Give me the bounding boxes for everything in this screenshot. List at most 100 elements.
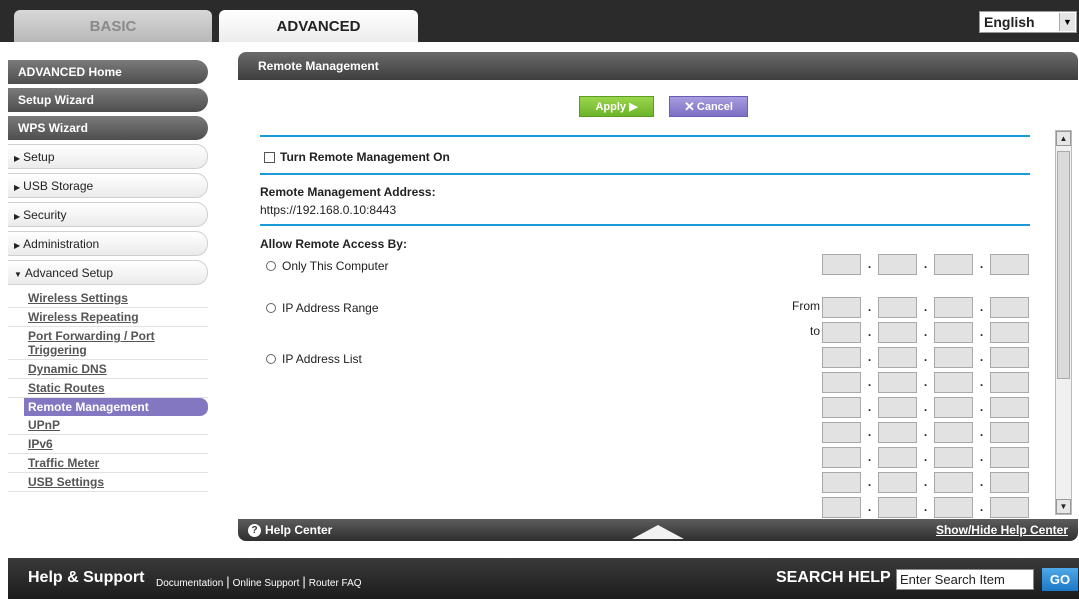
- ip-octet-field[interactable]: [822, 497, 861, 518]
- nav-security[interactable]: ▶ Security: [8, 202, 208, 227]
- help-question-icon: ?: [248, 523, 261, 537]
- ip-octet-field[interactable]: [990, 297, 1029, 318]
- sidebar-item-port-forwarding[interactable]: Port Forwarding / Port Triggering: [8, 327, 208, 360]
- apply-button[interactable]: Apply ▶: [579, 96, 654, 117]
- ip-dot: .: [923, 350, 928, 364]
- ip-octet-field[interactable]: [990, 322, 1029, 343]
- ip-octet-field[interactable]: [934, 372, 973, 393]
- ip-octet-field[interactable]: [990, 372, 1029, 393]
- nav-wps-wizard[interactable]: WPS Wizard: [8, 116, 208, 140]
- router-faq-link[interactable]: Router FAQ: [309, 578, 362, 589]
- scroll-up-arrow-icon[interactable]: ▲: [1056, 131, 1071, 146]
- sidebar-item-static-routes[interactable]: Static Routes: [8, 379, 208, 398]
- triangle-right-icon: ▶: [14, 212, 21, 221]
- ip-octet-field[interactable]: [934, 297, 973, 318]
- remote-management-checkbox[interactable]: [264, 151, 275, 163]
- ip-octet-field[interactable]: [934, 347, 973, 368]
- ip-dot: .: [979, 375, 984, 389]
- ip-octet-field[interactable]: [990, 254, 1029, 275]
- sidebar-item-upnp[interactable]: UPnP: [8, 416, 208, 435]
- ip-dot: .: [923, 257, 928, 271]
- ip-octet-field[interactable]: [878, 447, 917, 468]
- ip-dot: .: [923, 450, 928, 464]
- ip-octet-field[interactable]: [990, 347, 1029, 368]
- sidebar-item-wireless-repeating[interactable]: Wireless Repeating: [8, 308, 208, 327]
- cancel-button[interactable]: ✕ Cancel: [669, 96, 748, 117]
- allow-access-label: Allow Remote Access By:: [260, 237, 407, 251]
- ip-dot: .: [923, 400, 928, 414]
- ip-octet-field[interactable]: [822, 254, 861, 275]
- online-support-link[interactable]: Online Support: [233, 578, 300, 589]
- tab-basic[interactable]: BASIC: [14, 10, 212, 42]
- ip-octet-field[interactable]: [934, 447, 973, 468]
- ip-octet-field[interactable]: [878, 397, 917, 418]
- ip-octet-field[interactable]: [990, 397, 1029, 418]
- sidebar-item-wireless-settings[interactable]: Wireless Settings: [8, 289, 208, 308]
- nav-setup[interactable]: ▶ Setup: [8, 144, 208, 169]
- radio-ip-address-range[interactable]: [266, 303, 276, 313]
- ip-octet-field[interactable]: [878, 372, 917, 393]
- help-center-link[interactable]: ? Help Center: [248, 523, 332, 537]
- ip-octet-field[interactable]: [878, 422, 917, 443]
- ip-octet-field[interactable]: [934, 322, 973, 343]
- triangle-down-icon: ▼: [14, 270, 22, 279]
- ip-octet-field[interactable]: [934, 422, 973, 443]
- ip-octet-field[interactable]: [878, 297, 917, 318]
- ip-octet-field[interactable]: [822, 297, 861, 318]
- sidebar-item-remote-management[interactable]: Remote Management: [24, 398, 208, 416]
- help-support-title: Help & Support: [28, 569, 145, 586]
- ip-octet-field[interactable]: [990, 497, 1029, 518]
- radio-label: IP Address Range: [282, 301, 379, 315]
- ip-octet-field[interactable]: [934, 397, 973, 418]
- ip-octet-field[interactable]: [822, 422, 861, 443]
- scroll-down-arrow-icon[interactable]: ▼: [1056, 499, 1071, 514]
- ip-row-list-5: . . .: [822, 447, 1029, 468]
- ip-octet-field[interactable]: [822, 397, 861, 418]
- ip-octet-field[interactable]: [878, 497, 917, 518]
- ip-octet-field[interactable]: [990, 472, 1029, 493]
- link-separator: |: [302, 574, 306, 589]
- ip-dot: .: [979, 300, 984, 314]
- chevron-down-icon[interactable]: ▼: [1059, 13, 1075, 31]
- nav-advanced-setup[interactable]: ▼ Advanced Setup: [8, 260, 208, 285]
- sidebar-item-dynamic-dns[interactable]: Dynamic DNS: [8, 360, 208, 379]
- ip-octet-field[interactable]: [990, 422, 1029, 443]
- ip-octet-field[interactable]: [878, 254, 917, 275]
- ip-dot: .: [867, 425, 872, 439]
- ip-octet-field[interactable]: [934, 497, 973, 518]
- ip-octet-field[interactable]: [822, 347, 861, 368]
- ip-octet-field[interactable]: [990, 447, 1029, 468]
- ip-dot: .: [979, 257, 984, 271]
- nav-setup-wizard[interactable]: Setup Wizard: [8, 88, 208, 112]
- ip-octet-field[interactable]: [822, 472, 861, 493]
- ip-octet-field[interactable]: [934, 472, 973, 493]
- ip-octet-field[interactable]: [878, 322, 917, 343]
- documentation-link[interactable]: Documentation: [156, 578, 223, 589]
- scrollbar-thumb[interactable]: [1057, 151, 1070, 379]
- cancel-label: Cancel: [696, 100, 733, 113]
- nav-usb-storage[interactable]: ▶ USB Storage: [8, 173, 208, 198]
- ip-dot: .: [867, 500, 872, 514]
- nav-administration[interactable]: ▶ Administration: [8, 231, 208, 256]
- ip-octet-field[interactable]: [822, 447, 861, 468]
- ip-octet-field[interactable]: [822, 322, 861, 343]
- show-hide-help-link[interactable]: Show/Hide Help Center: [936, 523, 1068, 537]
- language-select[interactable]: English ▼: [979, 11, 1077, 33]
- ip-octet-field[interactable]: [878, 347, 917, 368]
- nav-advanced-home[interactable]: ADVANCED Home: [8, 60, 208, 84]
- radio-only-this-computer[interactable]: [266, 261, 276, 271]
- ip-octet-field[interactable]: [822, 372, 861, 393]
- ip-octet-field[interactable]: [878, 472, 917, 493]
- remote-management-toggle-row: Turn Remote Management On: [264, 150, 450, 164]
- ip-octet-field[interactable]: [934, 254, 973, 275]
- expand-help-triangle-icon[interactable]: [632, 525, 684, 539]
- sidebar-item-ipv6[interactable]: IPv6: [8, 435, 208, 454]
- sidebar: ADVANCED Home Setup Wizard WPS Wizard ▶ S…: [8, 60, 208, 492]
- go-button[interactable]: GO: [1042, 568, 1078, 591]
- sidebar-item-traffic-meter[interactable]: Traffic Meter: [8, 454, 208, 473]
- content-scrollbar[interactable]: ▲ ▼: [1055, 130, 1072, 515]
- radio-ip-address-list[interactable]: [266, 354, 276, 364]
- tab-advanced[interactable]: ADVANCED: [219, 10, 418, 42]
- search-help-input[interactable]: [896, 569, 1034, 590]
- sidebar-item-usb-settings[interactable]: USB Settings: [8, 473, 208, 492]
